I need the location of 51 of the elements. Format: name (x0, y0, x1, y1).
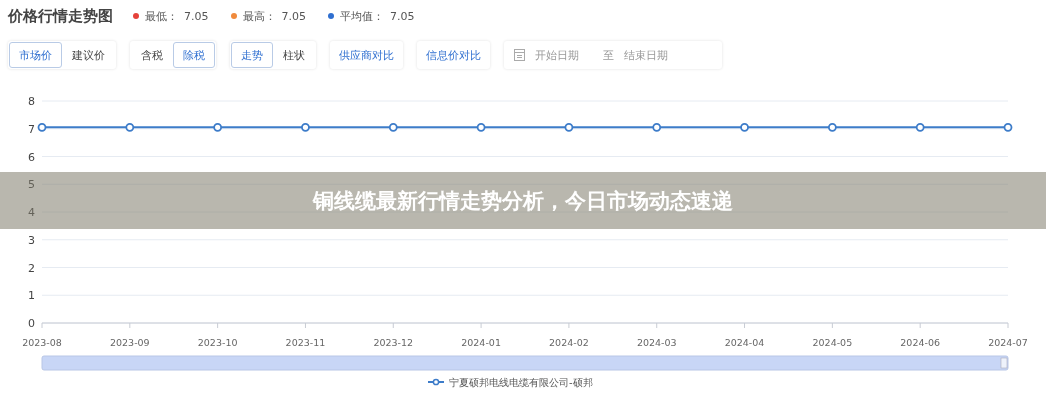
data-point (125, 122, 135, 132)
stat-label: 最低： (145, 8, 178, 24)
y-axis-label: 6 (28, 150, 35, 164)
y-axis-label: 5 (28, 178, 35, 192)
data-point (301, 122, 310, 132)
x-axis-label: 2023-11 (285, 337, 326, 348)
x-axis-label: 2024-03 (636, 337, 677, 348)
data-point (37, 122, 47, 132)
y-axis-label: 2 (28, 261, 35, 275)
x-axis-label: 2023-09 (109, 337, 150, 348)
toggle-option[interactable]: 市场价 (9, 42, 62, 68)
data-point (915, 122, 925, 132)
y-axis-label: 3 (28, 233, 35, 247)
y-axis-label: 0 (28, 317, 35, 330)
data-point (1003, 122, 1013, 132)
x-axis-label: 2024-05 (812, 337, 853, 348)
data-point (652, 122, 662, 132)
toggle-option[interactable]: 走势 (231, 42, 273, 68)
y-axis-label: 8 (28, 95, 35, 108)
compare-button[interactable]: 供应商对比 (330, 41, 403, 69)
data-point (827, 122, 837, 132)
data-point (388, 122, 398, 132)
compare-button[interactable]: 信息价对比 (417, 41, 490, 69)
x-axis-label: 2024-02 (549, 337, 589, 348)
y-axis-label: 1 (28, 289, 35, 303)
stat-value: 7.05 (390, 9, 415, 23)
y-axis-label: 7 (28, 122, 35, 136)
chart-title: 价格行情走势图 (8, 6, 113, 26)
x-axis-label: 2024-06 (900, 337, 941, 348)
range-separator: 至 (603, 47, 614, 63)
data-point (740, 122, 749, 132)
x-axis-label: 2024-07 (988, 337, 1028, 348)
x-axis-label: 2024-01 (461, 337, 501, 348)
y-axis-label: 4 (28, 206, 35, 219)
stat-value: 7.05 (281, 9, 306, 23)
stat-label: 最高： (242, 8, 276, 24)
x-axis-label: 2023-10 (197, 337, 238, 348)
x-axis-label: 2024-04 (724, 337, 765, 348)
stat-value: 7.05 (184, 9, 209, 23)
legend-icon (427, 378, 445, 386)
stat-label: 平均值： (340, 8, 384, 24)
data-point (213, 122, 223, 132)
toggle-option[interactable]: 除税 (173, 42, 215, 68)
data-point (564, 122, 574, 132)
data-point (476, 122, 486, 132)
headline: 铜线缆最新行情走势分析，今日市场动态速递 (313, 187, 733, 215)
zoom-slider[interactable] (41, 355, 1009, 371)
calendar-icon (514, 49, 525, 61)
x-axis-label: 2023-12 (373, 337, 414, 348)
x-axis-label: 2023-08 (22, 337, 62, 348)
legend-label[interactable]: 宁夏硕邦电线电缆有限公司-硕邦 (449, 377, 593, 388)
